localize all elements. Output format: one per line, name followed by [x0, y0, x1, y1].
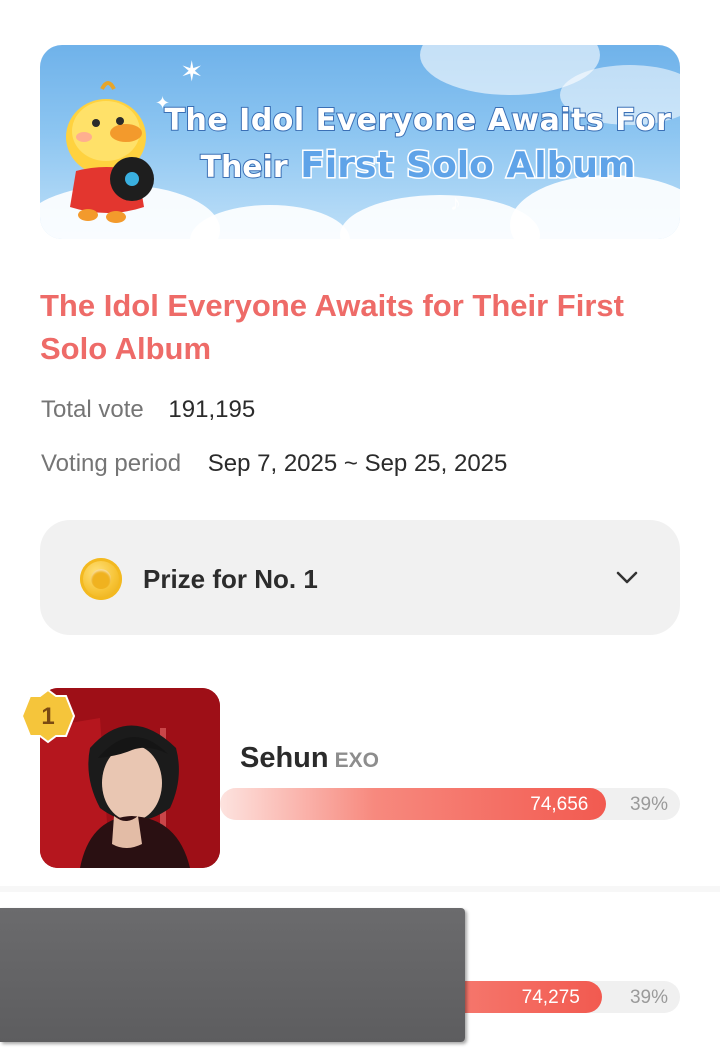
banner-title-prefix: Their	[199, 149, 288, 186]
voting-period-value: Sep 7, 2025 ~ Sep 25, 2025	[207, 450, 508, 477]
voting-period-row: Voting period Sep 7, 2025 ~ Sep 25, 2025	[41, 450, 507, 478]
vote-bar-fill: 74,656	[220, 788, 607, 820]
vote-percent: 39%	[629, 794, 668, 815]
candidate-group: EXO	[334, 749, 379, 772]
total-vote-value: 191,195	[168, 396, 256, 423]
duck-mascot-icon	[66, 81, 154, 223]
event-banner: ✶ ✦ ♪ The Idol Everyone Awaits For Their…	[40, 45, 680, 239]
vote-bar-rank-1: 74,656 39%	[220, 788, 680, 820]
music-note-icon: ♪	[450, 190, 461, 215]
rank-1-number: 1	[41, 703, 54, 730]
redaction-overlay	[0, 908, 465, 1042]
banner-title-line2: Their First Solo Album	[158, 144, 678, 188]
event-title: The Idol Everyone Awaits for Their First…	[40, 288, 624, 366]
total-vote-label: Total vote	[41, 396, 144, 423]
vote-percent: 39%	[629, 987, 668, 1008]
row-divider	[0, 886, 720, 892]
banner-title-highlight: First Solo Album	[299, 144, 637, 188]
vote-count: 74,656	[530, 794, 589, 815]
chevron-down-icon[interactable]	[616, 566, 638, 588]
coin-icon	[80, 558, 122, 600]
candidate-name: Sehun EXO	[240, 742, 379, 775]
banner-title-line1: The Idol Everyone Awaits For	[164, 102, 672, 139]
voting-period-label: Voting period	[41, 450, 182, 477]
candidate-name-text: Sehun	[240, 742, 329, 774]
vote-count: 74,275	[521, 987, 580, 1008]
rank-1-badge-icon: 1	[20, 688, 76, 744]
total-vote-row: Total vote 191,195	[41, 396, 255, 424]
prize-label: Prize for No. 1	[143, 564, 318, 594]
star-icon: ✶	[180, 56, 204, 87]
prize-dropdown[interactable]: Prize for No. 1	[40, 520, 680, 635]
